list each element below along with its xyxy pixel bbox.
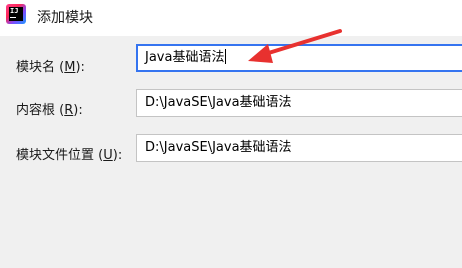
red-arrow-annotation bbox=[248, 29, 342, 63]
